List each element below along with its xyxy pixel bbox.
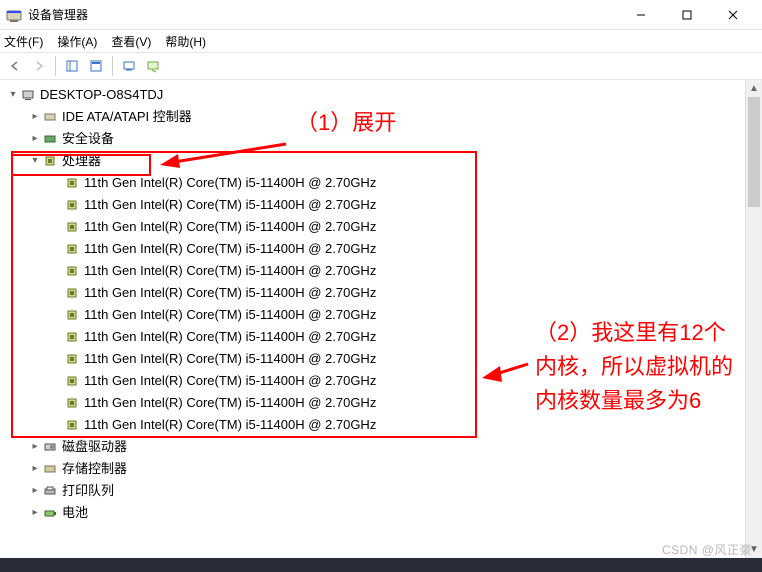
refresh-device-button[interactable] [142,55,164,77]
caret-right-icon[interactable]: ▸ [28,458,42,480]
properties-button[interactable] [85,55,107,77]
tree-print[interactable]: ▸ 打印队列 [6,480,762,502]
tree-storage[interactable]: ▸ 存储控制器 [6,458,762,480]
caret-right-icon[interactable]: ▸ [28,106,42,128]
cpu-item-label: 11th Gen Intel(R) Core(TM) i5-11400H @ 2… [84,194,376,216]
annotation-text-2: （2）我这里有12个内核，所以虚拟机的内核数量最多为6 [535,316,745,418]
battery-label: 电池 [62,502,88,524]
caret-right-icon[interactable]: ▸ [28,502,42,524]
tree-cpu-item[interactable]: 11th Gen Intel(R) Core(TM) i5-11400H @ 2… [6,172,762,194]
close-button[interactable] [710,0,756,30]
printer-icon [42,483,58,499]
maximize-button[interactable] [664,0,710,30]
cpu-icon [42,153,58,169]
cpu-item-label: 11th Gen Intel(R) Core(TM) i5-11400H @ 2… [84,414,376,436]
cpu-item-label: 11th Gen Intel(R) Core(TM) i5-11400H @ 2… [84,392,376,414]
cpu-item-label: 11th Gen Intel(R) Core(TM) i5-11400H @ 2… [84,238,376,260]
menu-action[interactable]: 操作(A) [57,33,97,50]
watermark: CSDN @风正豪 [662,541,752,558]
security-label: 安全设备 [62,128,114,150]
tree-cpu-item[interactable]: 11th Gen Intel(R) Core(TM) i5-11400H @ 2… [6,194,762,216]
tree-cpu-item[interactable]: 11th Gen Intel(R) Core(TM) i5-11400H @ 2… [6,216,762,238]
app-icon [6,7,22,23]
tree-cpu-item[interactable]: 11th Gen Intel(R) Core(TM) i5-11400H @ 2… [6,282,762,304]
cpu-icon [64,285,80,301]
caret-right-icon[interactable]: ▸ [28,128,42,150]
cpu-icon [64,351,80,367]
storage-label: 存储控制器 [62,458,127,480]
disk-label: 磁盘驱动器 [62,436,127,458]
cpu-icon [64,175,80,191]
cpu-icon [64,373,80,389]
menu-view[interactable]: 查看(V) [111,33,151,50]
vertical-scrollbar[interactable]: ▲ ▼ [745,80,762,558]
cpu-item-label: 11th Gen Intel(R) Core(TM) i5-11400H @ 2… [84,370,376,392]
cpu-item-label: 11th Gen Intel(R) Core(TM) i5-11400H @ 2… [84,326,376,348]
back-button[interactable] [4,55,26,77]
cpu-icon [64,307,80,323]
security-icon [42,131,58,147]
annotation-text-1: （1）展开 [296,105,396,137]
cpu-group-label: 处理器 [62,150,101,172]
cpu-item-label: 11th Gen Intel(R) Core(TM) i5-11400H @ 2… [84,172,376,194]
window-title: 设备管理器 [28,6,618,23]
ide-icon [42,109,58,125]
cpu-icon [64,241,80,257]
show-hide-pane-button[interactable] [61,55,83,77]
cpu-item-label: 11th Gen Intel(R) Core(TM) i5-11400H @ 2… [84,260,376,282]
scan-hardware-button[interactable] [118,55,140,77]
disk-icon [42,439,58,455]
minimize-button[interactable] [618,0,664,30]
root-label: DESKTOP-O8S4TDJ [40,84,163,106]
caret-down-icon[interactable]: ▾ [6,84,20,106]
caret-down-icon[interactable]: ▾ [28,150,42,172]
print-label: 打印队列 [62,480,114,502]
cpu-icon [64,263,80,279]
cpu-icon [64,417,80,433]
caret-right-icon[interactable]: ▸ [28,480,42,502]
title-bar: 设备管理器 [0,0,762,30]
menu-file[interactable]: 文件(F) [4,33,43,50]
forward-button[interactable] [28,55,50,77]
ide-label: IDE ATA/ATAPI 控制器 [62,106,192,128]
caret-right-icon[interactable]: ▸ [28,436,42,458]
tree-cpu-item[interactable]: 11th Gen Intel(R) Core(TM) i5-11400H @ 2… [6,238,762,260]
tree-root[interactable]: ▾ DESKTOP-O8S4TDJ [6,84,762,106]
cpu-item-label: 11th Gen Intel(R) Core(TM) i5-11400H @ 2… [84,216,376,238]
toolbar [0,52,762,80]
computer-icon [20,87,36,103]
tree-battery[interactable]: ▸ 电池 [6,502,762,524]
tree-disk[interactable]: ▸ 磁盘驱动器 [6,436,762,458]
cpu-icon [64,395,80,411]
cpu-icon [64,219,80,235]
scrollbar-thumb[interactable] [748,97,760,207]
scroll-up-icon[interactable]: ▲ [746,80,762,97]
storage-icon [42,461,58,477]
cpu-item-label: 11th Gen Intel(R) Core(TM) i5-11400H @ 2… [84,282,376,304]
cpu-item-label: 11th Gen Intel(R) Core(TM) i5-11400H @ 2… [84,348,376,370]
battery-icon [42,505,58,521]
taskbar [0,558,762,572]
tree-cpu-group[interactable]: ▾ 处理器 [6,150,762,172]
tree-cpu-item[interactable]: 11th Gen Intel(R) Core(TM) i5-11400H @ 2… [6,260,762,282]
cpu-icon [64,197,80,213]
cpu-item-label: 11th Gen Intel(R) Core(TM) i5-11400H @ 2… [84,304,376,326]
menu-help[interactable]: 帮助(H) [165,33,206,50]
cpu-icon [64,329,80,345]
menu-bar: 文件(F) 操作(A) 查看(V) 帮助(H) [0,30,762,52]
